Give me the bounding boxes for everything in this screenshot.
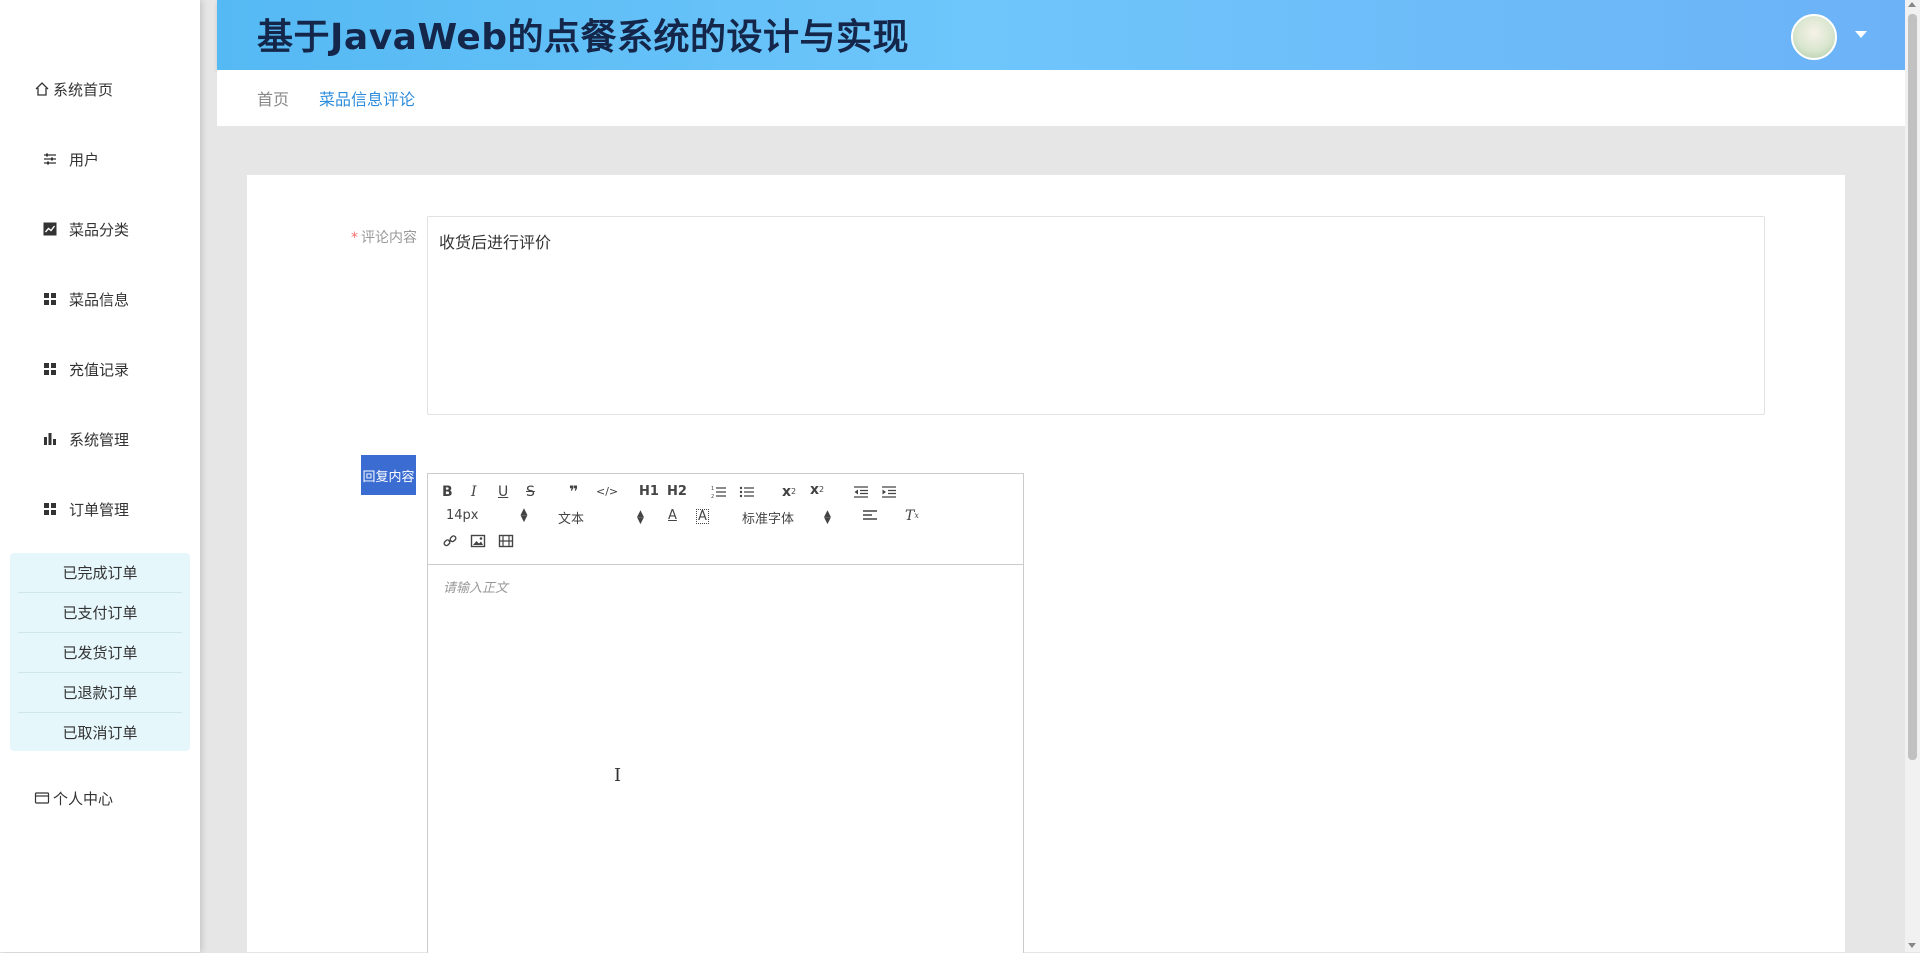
scrollbar-thumb[interactable] [1908,14,1917,760]
scroll-down-arrow-icon[interactable] [1908,943,1916,948]
clear-format-icon[interactable]: Tx [905,506,919,526]
app-header: 基于JavaWeb的点餐系统的设计与实现 [217,0,1905,70]
submenu-paid-orders[interactable]: 已支付订单 [18,593,182,633]
background-color-icon[interactable]: A [696,506,709,526]
strikethrough-icon[interactable]: S [526,482,535,502]
sidebar-item-personal[interactable]: 个人中心 [0,778,200,818]
chart-icon [41,220,59,238]
order-submenu: 已完成订单 已支付订单 已发货订单 已退款订单 已取消订单 [10,553,190,751]
bold-icon[interactable]: B [442,482,453,502]
chevron-down-icon[interactable] [1855,31,1867,38]
outdent-icon[interactable] [853,482,869,502]
home-icon [33,80,51,98]
font-family-value: 标准字体 [742,512,795,527]
comment-label-text: 评论内容 [361,230,417,246]
image-icon[interactable] [470,531,486,551]
sidebar-item-user[interactable]: 用户 [0,139,200,179]
required-mark: * [351,230,358,246]
page-scrollbar[interactable] [1905,0,1920,952]
sidebar-item-label: 订单管理 [69,500,130,519]
sidebar-item-label: 系统管理 [69,430,130,449]
sliders-icon [41,150,59,168]
link-icon[interactable] [442,531,458,551]
blockquote-icon[interactable]: ❞ [569,482,578,502]
breadcrumb-current: 菜品信息评论 [319,90,416,109]
reply-label: 回复内容 [361,455,416,495]
sidebar-item-label: 用户 [69,150,100,169]
sidebar-item-label: 菜品分类 [69,220,130,239]
sidebar-item-dish-info[interactable]: 菜品信息 [0,279,200,319]
text-cursor-icon: I [614,765,622,786]
submenu-shipped-orders[interactable]: 已发货订单 [18,633,182,673]
grid-icon [41,360,59,378]
svg-text:2: 2 [711,494,714,499]
bullet-list-icon[interactable] [739,482,755,502]
align-icon[interactable] [862,506,878,526]
select-arrows-icon: ▲ ▼ [824,508,831,526]
editor-content-area[interactable]: 请输入正文 I [428,565,1023,953]
page-title: 基于JavaWeb的点餐系统的设计与实现 [257,17,910,58]
form-card: * 评论内容 收货后进行评价 回复内容 B I U S ❞ </> H1 H2 1… [247,175,1845,953]
sidebar-item-label: 系统首页 [53,80,114,99]
font-family-select[interactable]: 标准字体 ▲ ▼ [742,508,831,527]
code-icon[interactable]: </> [596,482,618,502]
sidebar-item-home[interactable]: 系统首页 [0,69,200,109]
submenu-cancelled-orders[interactable]: 已取消订单 [18,713,182,752]
font-color-icon[interactable]: A [668,506,677,526]
font-size-value: 14px [446,508,479,523]
avatar[interactable] [1791,14,1837,60]
video-icon[interactable] [498,531,514,551]
underline-icon[interactable]: U [498,482,508,502]
breadcrumb: 首页 菜品信息评论 [217,70,1905,126]
sidebar-item-system[interactable]: 系统管理 [0,419,200,459]
submenu-refunded-orders[interactable]: 已退款订单 [18,673,182,713]
header-type-value: 文本 [558,512,585,527]
italic-icon[interactable]: I [471,482,477,502]
sidebar: 系统首页 用户 菜品分类 菜品信息 充值记录 系统管理 订单管理 已完成订单 已… [0,0,200,952]
sidebar-item-recharge[interactable]: 充值记录 [0,349,200,389]
select-arrows-icon: ▲ ▼ [637,508,644,526]
comment-textarea[interactable]: 收货后进行评价 [427,216,1765,415]
sidebar-item-dish-category[interactable]: 菜品分类 [0,209,200,249]
sidebar-item-label: 个人中心 [53,789,114,808]
comment-value: 收货后进行评价 [439,233,552,252]
svg-text:1: 1 [711,486,714,492]
font-size-select[interactable]: 14px ▲ ▼ [446,506,528,524]
comment-label: * 评论内容 [247,227,417,247]
h2-icon[interactable]: H2 [667,482,687,502]
scroll-up-arrow-icon[interactable] [1908,2,1916,7]
sidebar-item-label: 菜品信息 [69,290,130,309]
select-arrows-icon: ▲ ▼ [520,506,528,524]
bar-chart-icon [41,430,59,448]
submenu-completed-orders[interactable]: 已完成订单 [18,553,182,593]
editor-placeholder: 请输入正文 [443,581,509,596]
grid-icon [41,290,59,308]
superscript-icon[interactable]: x2 [810,480,824,500]
h1-icon[interactable]: H1 [639,482,659,502]
sidebar-item-orders[interactable]: 订单管理 [0,489,200,529]
rich-text-editor: B I U S ❞ </> H1 H2 12 x2 x2 14px ▲ ▼ 文本… [427,473,1024,953]
header-type-select[interactable]: 文本 ▲ ▼ [558,508,644,527]
subscript-icon[interactable]: x2 [782,482,796,502]
card-icon [33,789,51,807]
sidebar-item-label: 充值记录 [69,360,130,379]
ordered-list-icon[interactable]: 12 [711,482,727,502]
grid-icon [41,500,59,518]
editor-toolbar: B I U S ❞ </> H1 H2 12 x2 x2 14px ▲ ▼ 文本… [428,474,1023,565]
indent-icon[interactable] [881,482,897,502]
breadcrumb-home[interactable]: 首页 [257,86,289,110]
